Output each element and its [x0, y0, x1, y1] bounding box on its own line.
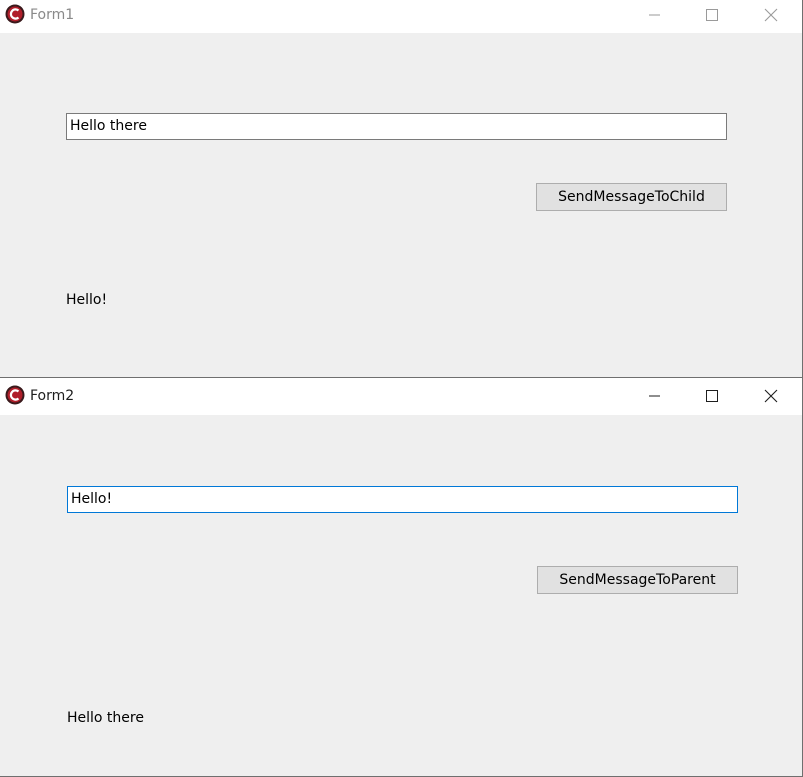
- send-message-to-parent-button[interactable]: SendMessageToParent: [537, 566, 738, 594]
- form2-titlebar[interactable]: Form2: [0, 378, 802, 415]
- minimize-button[interactable]: [632, 0, 678, 30]
- received-message-label: Hello there: [67, 710, 144, 726]
- app-icon: [5, 4, 25, 24]
- close-button[interactable]: [748, 0, 794, 30]
- maximize-button[interactable]: [689, 0, 735, 30]
- send-message-to-child-button[interactable]: SendMessageToChild: [536, 183, 727, 211]
- received-message-label: Hello!: [66, 292, 108, 308]
- message-input[interactable]: Hello there: [66, 113, 727, 140]
- form1-titlebar[interactable]: Form1: [0, 0, 802, 33]
- form1-window: Form1 Hello there SendMessageToChild Hel…: [0, 0, 803, 378]
- app-icon: [5, 385, 25, 405]
- window-title: Form1: [30, 7, 75, 23]
- close-button[interactable]: [748, 381, 794, 411]
- minimize-button[interactable]: [632, 381, 678, 411]
- maximize-button[interactable]: [689, 381, 735, 411]
- form2-window: Form2 Hello! SendMessageToParent Hello t…: [0, 377, 803, 777]
- message-input[interactable]: Hello!: [67, 486, 738, 513]
- window-title: Form2: [30, 388, 75, 404]
